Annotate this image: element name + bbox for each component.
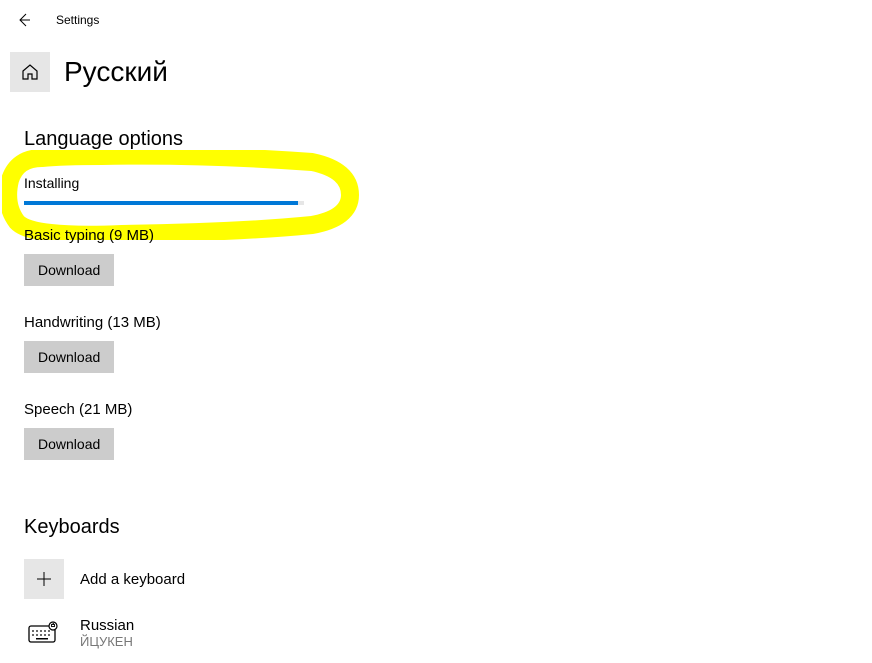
basic-typing-row: Basic typing (9 MB) Download (24, 227, 872, 286)
content-area: Language options Installing Basic typing… (0, 92, 872, 653)
language-options-heading: Language options (24, 128, 872, 151)
speech-row: Speech (21 MB) Download (24, 401, 872, 460)
handwriting-label: Handwriting (13 MB) (24, 314, 872, 331)
keyboard-layout: ЙЦУКЕН (80, 634, 134, 649)
add-keyboard-label: Add a keyboard (80, 571, 185, 588)
speech-label: Speech (21 MB) (24, 401, 872, 418)
add-keyboard-button[interactable]: Add a keyboard (24, 559, 872, 599)
home-icon (21, 63, 39, 81)
add-icon-box (24, 559, 64, 599)
plus-icon (35, 570, 53, 588)
keyboards-heading: Keyboards (24, 516, 872, 539)
header-bar: Settings (0, 0, 872, 40)
handwriting-download-button[interactable]: Download (24, 341, 114, 373)
keyboard-info: Russian ЙЦУКЕН (80, 617, 134, 649)
title-row: Русский (10, 52, 872, 92)
handwriting-row: Handwriting (13 MB) Download (24, 314, 872, 373)
installing-progress-bar (24, 201, 304, 205)
basic-typing-download-button[interactable]: Download (24, 254, 114, 286)
speech-download-button[interactable]: Download (24, 428, 114, 460)
page-title: Русский (64, 56, 168, 88)
installing-progress-fill (24, 201, 298, 205)
keyboard-icon-box (24, 613, 64, 653)
keyboard-name: Russian (80, 617, 134, 634)
keyboard-icon (28, 621, 60, 645)
keyboard-item-russian[interactable]: Russian ЙЦУКЕН (24, 613, 872, 653)
app-title: Settings (56, 13, 99, 27)
installing-label: Installing (24, 175, 872, 191)
basic-typing-label: Basic typing (9 MB) (24, 227, 872, 244)
back-button[interactable] (12, 8, 36, 32)
home-button[interactable] (10, 52, 50, 92)
arrow-left-icon (16, 12, 32, 28)
